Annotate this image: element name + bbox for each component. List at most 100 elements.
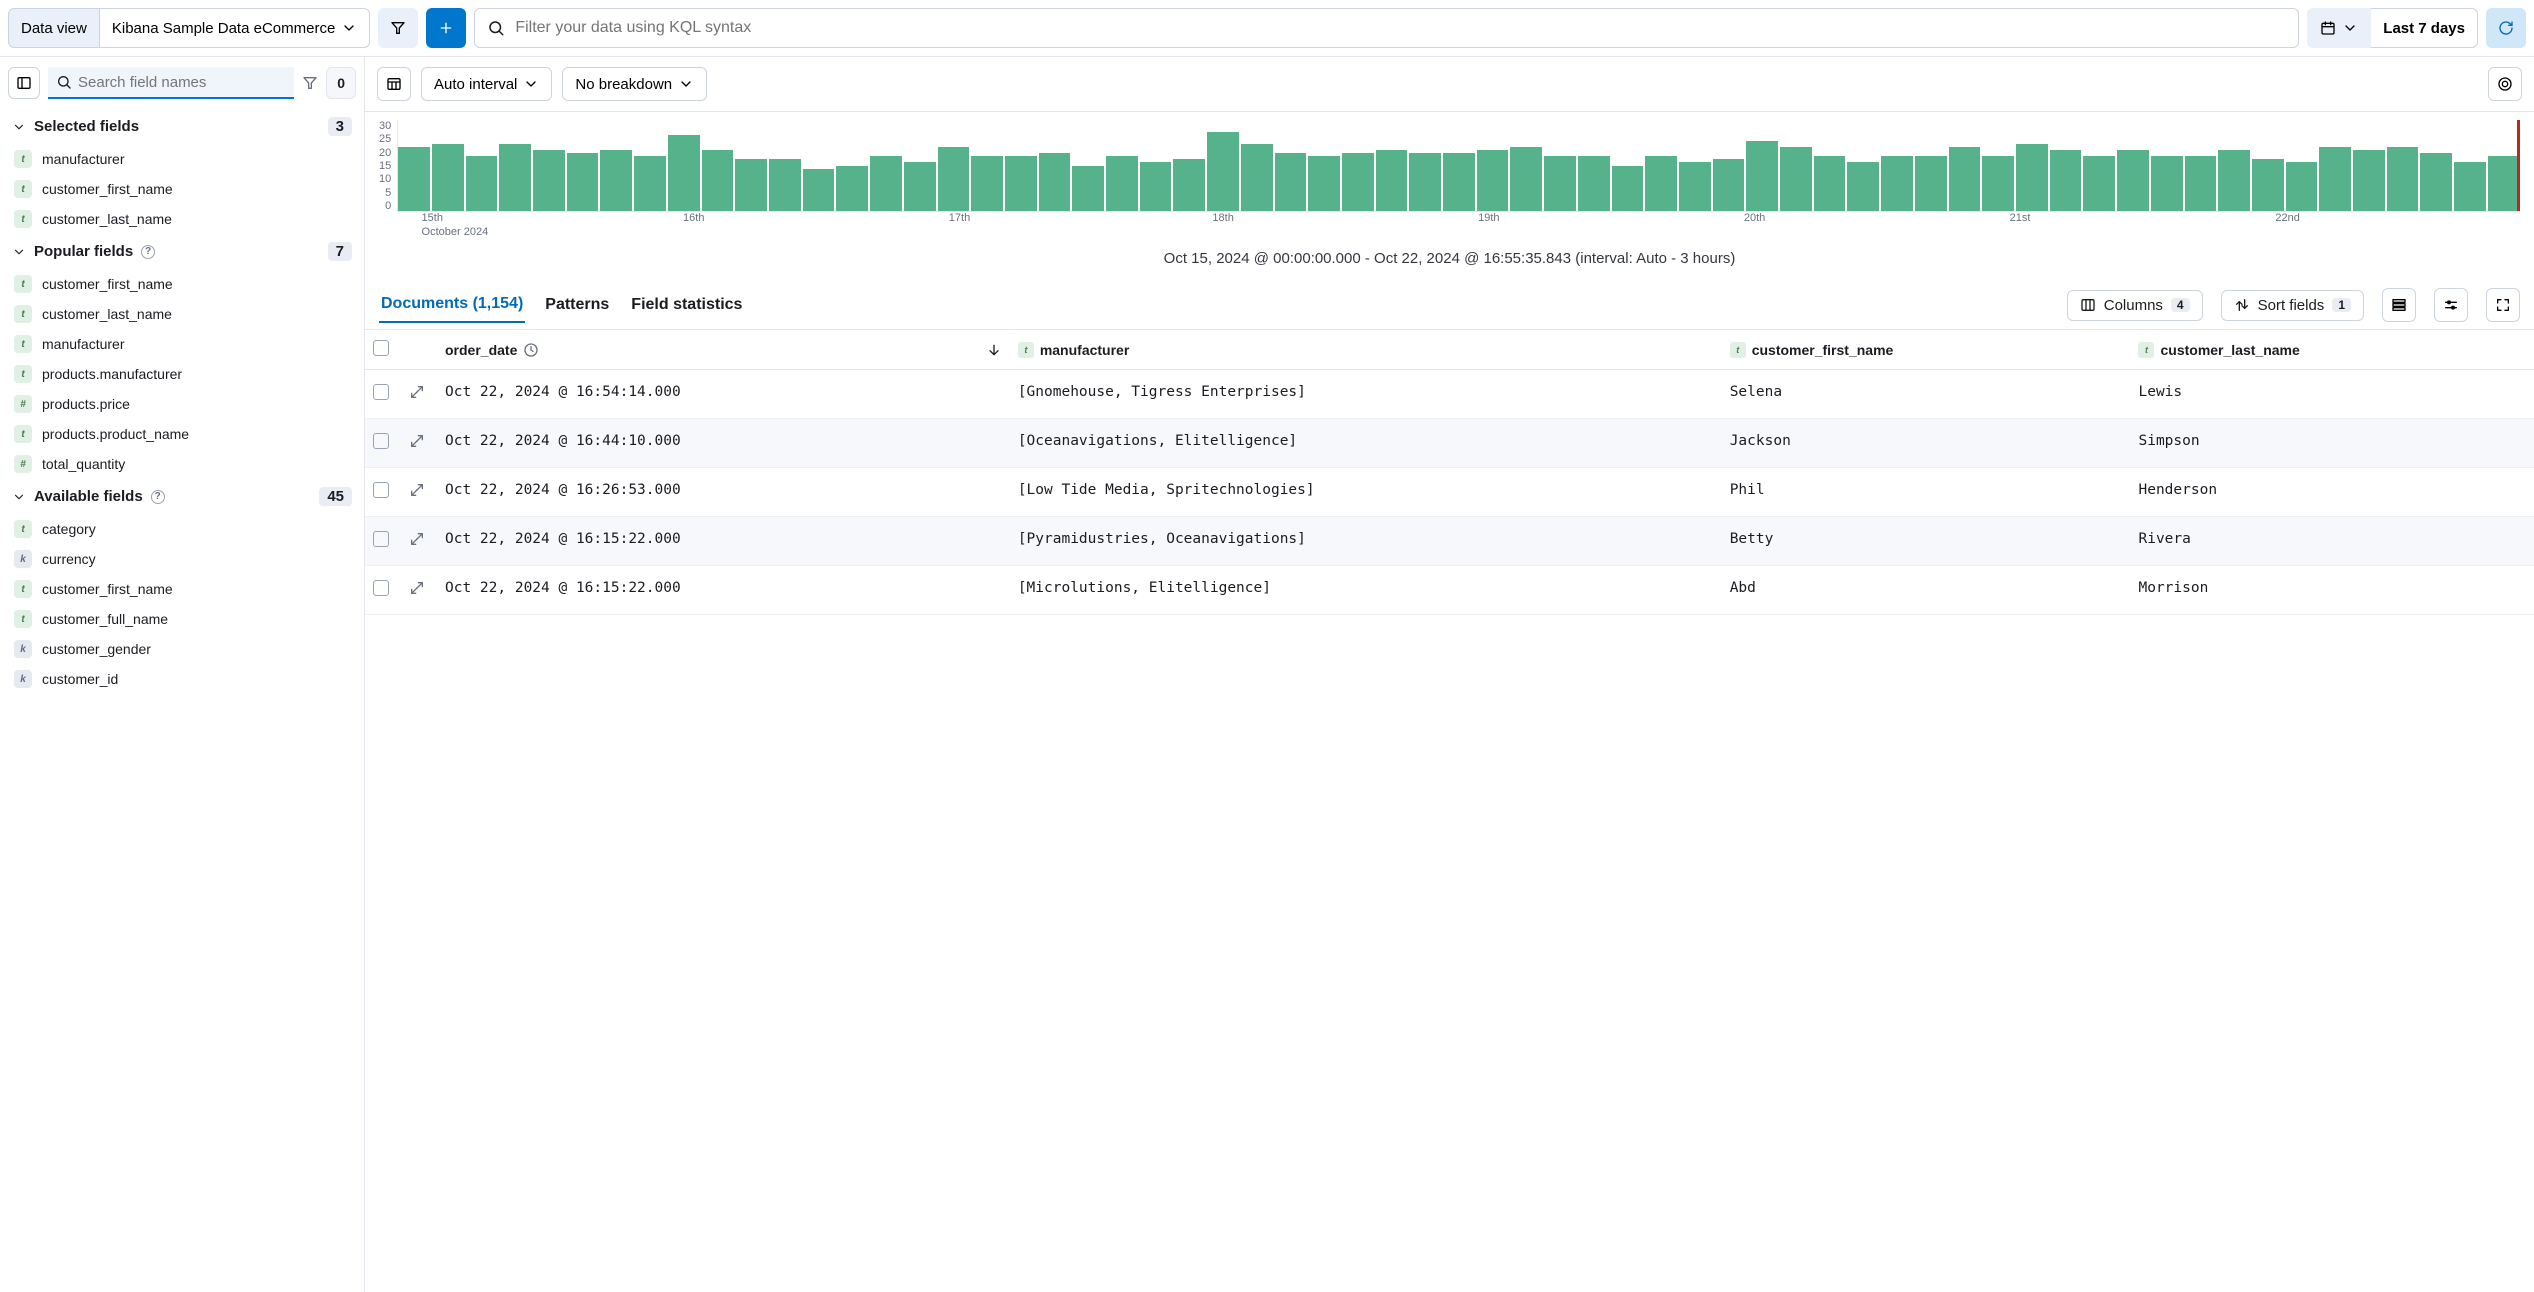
chart-bar[interactable] [1746, 141, 1778, 211]
chart-bars[interactable] [397, 120, 2520, 212]
data-view-button[interactable]: Data view [8, 8, 99, 48]
chart-bar[interactable] [1140, 162, 1172, 211]
chart-bar[interactable] [1072, 166, 1104, 212]
chart-bar[interactable] [971, 156, 1003, 211]
field-item[interactable]: tmanufacturer [0, 329, 364, 359]
chart-bar[interactable] [1679, 162, 1711, 211]
field-item[interactable]: #total_quantity [0, 449, 364, 479]
chart-bar[interactable] [1376, 150, 1408, 211]
chart-bar[interactable] [1477, 150, 1509, 211]
add-filter-button[interactable] [426, 8, 466, 48]
chart-bar[interactable] [1039, 153, 1071, 211]
chart-bar[interactable] [2286, 162, 2318, 211]
expand-icon[interactable] [409, 482, 425, 498]
chart-bar[interactable] [803, 169, 835, 211]
field-item[interactable]: #products.price [0, 389, 364, 419]
chart-bar[interactable] [735, 159, 767, 211]
chart-bar[interactable] [1308, 156, 1340, 211]
field-item[interactable]: tmanufacturer [0, 144, 364, 174]
histogram-chart[interactable]: 302520151050 15th16th17th18th19th20th21s… [365, 112, 2534, 281]
histogram-toggle-button[interactable] [377, 67, 411, 101]
chart-bar[interactable] [2454, 162, 2486, 211]
chart-bar[interactable] [567, 153, 599, 211]
columns-button[interactable]: Columns 4 [2067, 290, 2203, 321]
field-search-input[interactable] [78, 74, 286, 91]
chart-bar[interactable] [1915, 156, 1947, 211]
chart-bar[interactable] [702, 150, 734, 211]
chart-bar[interactable] [1342, 153, 1374, 211]
lens-suggestions-button[interactable] [2488, 67, 2522, 101]
chart-bar[interactable] [1207, 132, 1239, 211]
chart-bar[interactable] [2117, 150, 2149, 211]
chart-bar[interactable] [499, 144, 531, 211]
chart-bar[interactable] [1173, 159, 1205, 211]
chart-bar[interactable] [2353, 150, 2385, 211]
row-checkbox[interactable] [373, 433, 389, 449]
field-item[interactable]: tcategory [0, 514, 364, 544]
chart-bar[interactable] [1241, 144, 1273, 211]
available-fields-header[interactable]: Available fields ? 45 [0, 479, 364, 514]
field-item[interactable]: tcustomer_full_name [0, 604, 364, 634]
chart-bar[interactable] [836, 166, 868, 212]
chart-bar[interactable] [1949, 147, 1981, 211]
filter-button[interactable] [378, 8, 418, 48]
refresh-button[interactable] [2486, 8, 2526, 48]
chart-bar[interactable] [2185, 156, 2217, 211]
expand-icon[interactable] [409, 580, 425, 596]
chart-bar[interactable] [1612, 166, 1644, 212]
chart-bar[interactable] [1510, 147, 1542, 211]
interval-selector[interactable]: Auto interval [421, 67, 552, 101]
date-picker-button[interactable] [2307, 8, 2371, 48]
field-item[interactable]: tproducts.manufacturer [0, 359, 364, 389]
selected-fields-header[interactable]: Selected fields 3 [0, 109, 364, 144]
help-icon[interactable]: ? [151, 490, 165, 504]
breakdown-selector[interactable]: No breakdown [562, 67, 707, 101]
select-all-checkbox[interactable] [373, 340, 389, 356]
chart-bar[interactable] [2420, 153, 2452, 211]
field-item[interactable]: tcustomer_last_name [0, 299, 364, 329]
chart-bar[interactable] [398, 147, 430, 211]
filter-icon[interactable] [302, 75, 318, 91]
row-checkbox[interactable] [373, 384, 389, 400]
chart-bar[interactable] [1578, 156, 1610, 211]
expand-icon[interactable] [409, 384, 425, 400]
chart-bar[interactable] [432, 144, 464, 211]
chart-bar[interactable] [2252, 159, 2284, 211]
chart-bar[interactable] [533, 150, 565, 211]
chart-bar[interactable] [1982, 156, 2014, 211]
chart-bar[interactable] [2083, 156, 2115, 211]
chart-bar[interactable] [2151, 156, 2183, 211]
chart-bar[interactable] [1409, 153, 1441, 211]
chart-bar[interactable] [938, 147, 970, 211]
column-header-order-date[interactable]: order_date [437, 330, 1010, 370]
display-settings-button[interactable] [2434, 288, 2468, 322]
column-header-manufacturer[interactable]: tmanufacturer [1010, 330, 1722, 370]
chart-bar[interactable] [1005, 156, 1037, 211]
chart-bar[interactable] [466, 156, 498, 211]
chart-bar[interactable] [1780, 147, 1812, 211]
field-item[interactable]: kcustomer_id [0, 664, 364, 694]
collapse-sidebar-button[interactable] [8, 67, 40, 99]
chart-bar[interactable] [2016, 144, 2048, 211]
chart-bar[interactable] [1443, 153, 1475, 211]
chart-bar[interactable] [1814, 156, 1846, 211]
field-item[interactable]: tcustomer_first_name [0, 574, 364, 604]
chart-bar[interactable] [870, 156, 902, 211]
chart-bar[interactable] [1275, 153, 1307, 211]
row-checkbox[interactable] [373, 482, 389, 498]
data-view-name-button[interactable]: Kibana Sample Data eCommerce [99, 8, 370, 48]
query-input[interactable] [515, 19, 2286, 37]
field-search[interactable] [48, 67, 294, 99]
chart-bar[interactable] [1713, 159, 1745, 211]
chart-bar[interactable] [668, 135, 700, 211]
field-item[interactable]: tproducts.product_name [0, 419, 364, 449]
date-range-button[interactable]: Last 7 days [2371, 8, 2478, 48]
chart-bar[interactable] [1645, 156, 1677, 211]
chart-bar[interactable] [904, 162, 936, 211]
field-item[interactable]: tcustomer_last_name [0, 204, 364, 234]
chart-bar[interactable] [1847, 162, 1879, 211]
density-button[interactable] [2382, 288, 2416, 322]
field-item[interactable]: tcustomer_first_name [0, 174, 364, 204]
chart-bar[interactable] [769, 159, 801, 211]
column-header-customer-last-name[interactable]: tcustomer_last_name [2130, 330, 2534, 370]
